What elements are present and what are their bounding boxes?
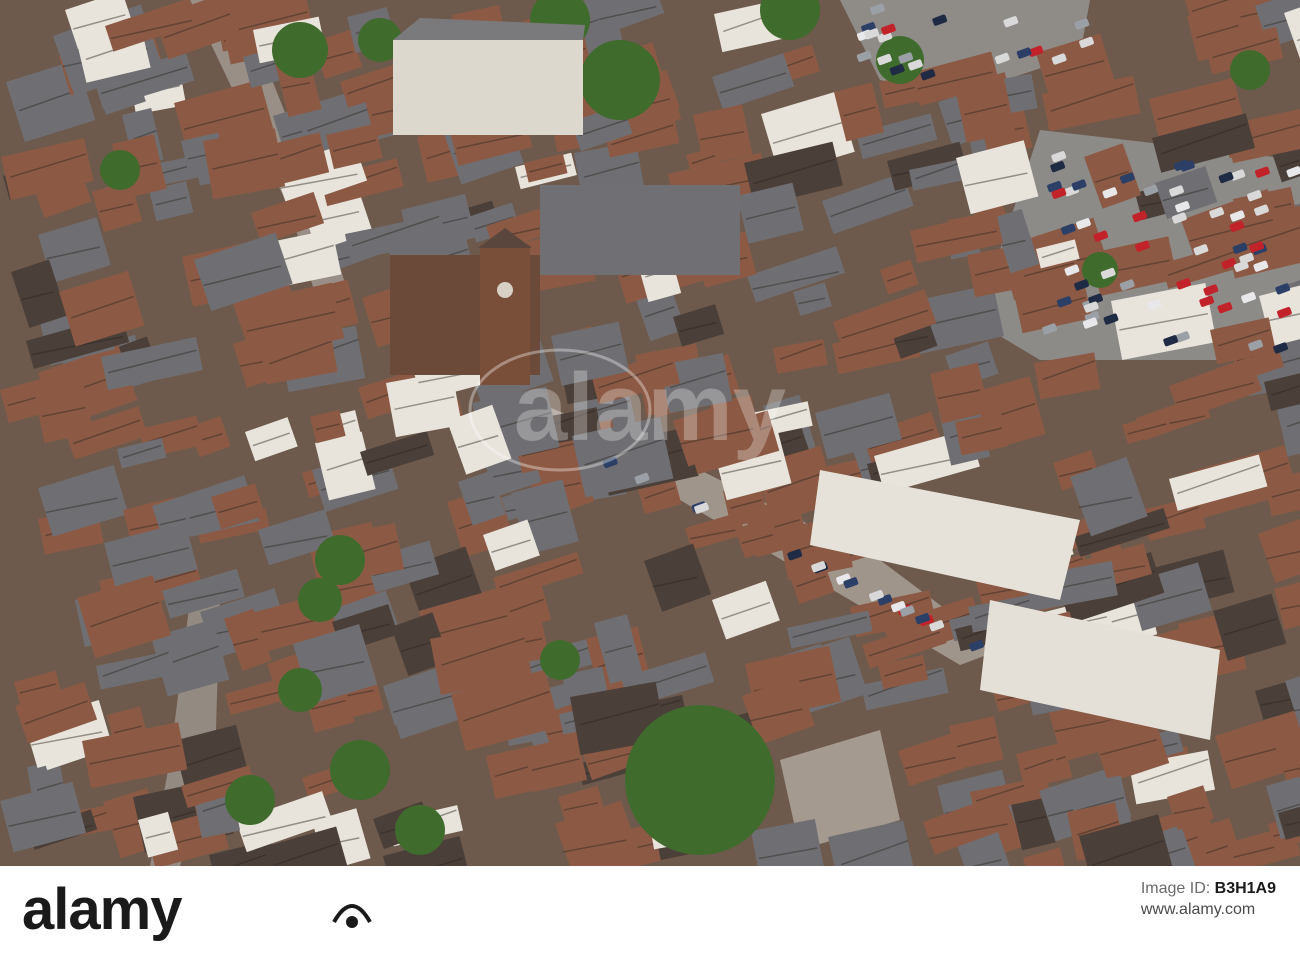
tree xyxy=(278,668,322,712)
aerial-photo: alamy xyxy=(0,0,1300,866)
tree xyxy=(540,640,580,680)
image-meta: Image ID: B3H1A9 www.alamy.com xyxy=(1141,878,1276,920)
tree xyxy=(625,705,775,855)
aerial-town-scene xyxy=(0,0,1300,866)
image-id: B3H1A9 xyxy=(1214,880,1276,897)
tree xyxy=(580,40,660,120)
tree xyxy=(330,740,390,800)
rooftop xyxy=(202,128,286,200)
footer-bar: alamy Image ID: B3H1A9 www.alamy.com xyxy=(0,866,1300,955)
brand-logo-text: alamy xyxy=(22,877,182,942)
tree xyxy=(298,578,342,622)
tree xyxy=(272,22,328,78)
tree xyxy=(225,775,275,825)
tree xyxy=(395,805,445,855)
white-chapel xyxy=(393,18,585,135)
brand-logo-icon xyxy=(332,904,372,928)
tree xyxy=(1230,50,1270,90)
site-url: www.alamy.com xyxy=(1140,901,1256,918)
image-id-label: Image ID: xyxy=(1140,880,1211,897)
tree xyxy=(100,150,140,190)
tree xyxy=(315,535,365,585)
